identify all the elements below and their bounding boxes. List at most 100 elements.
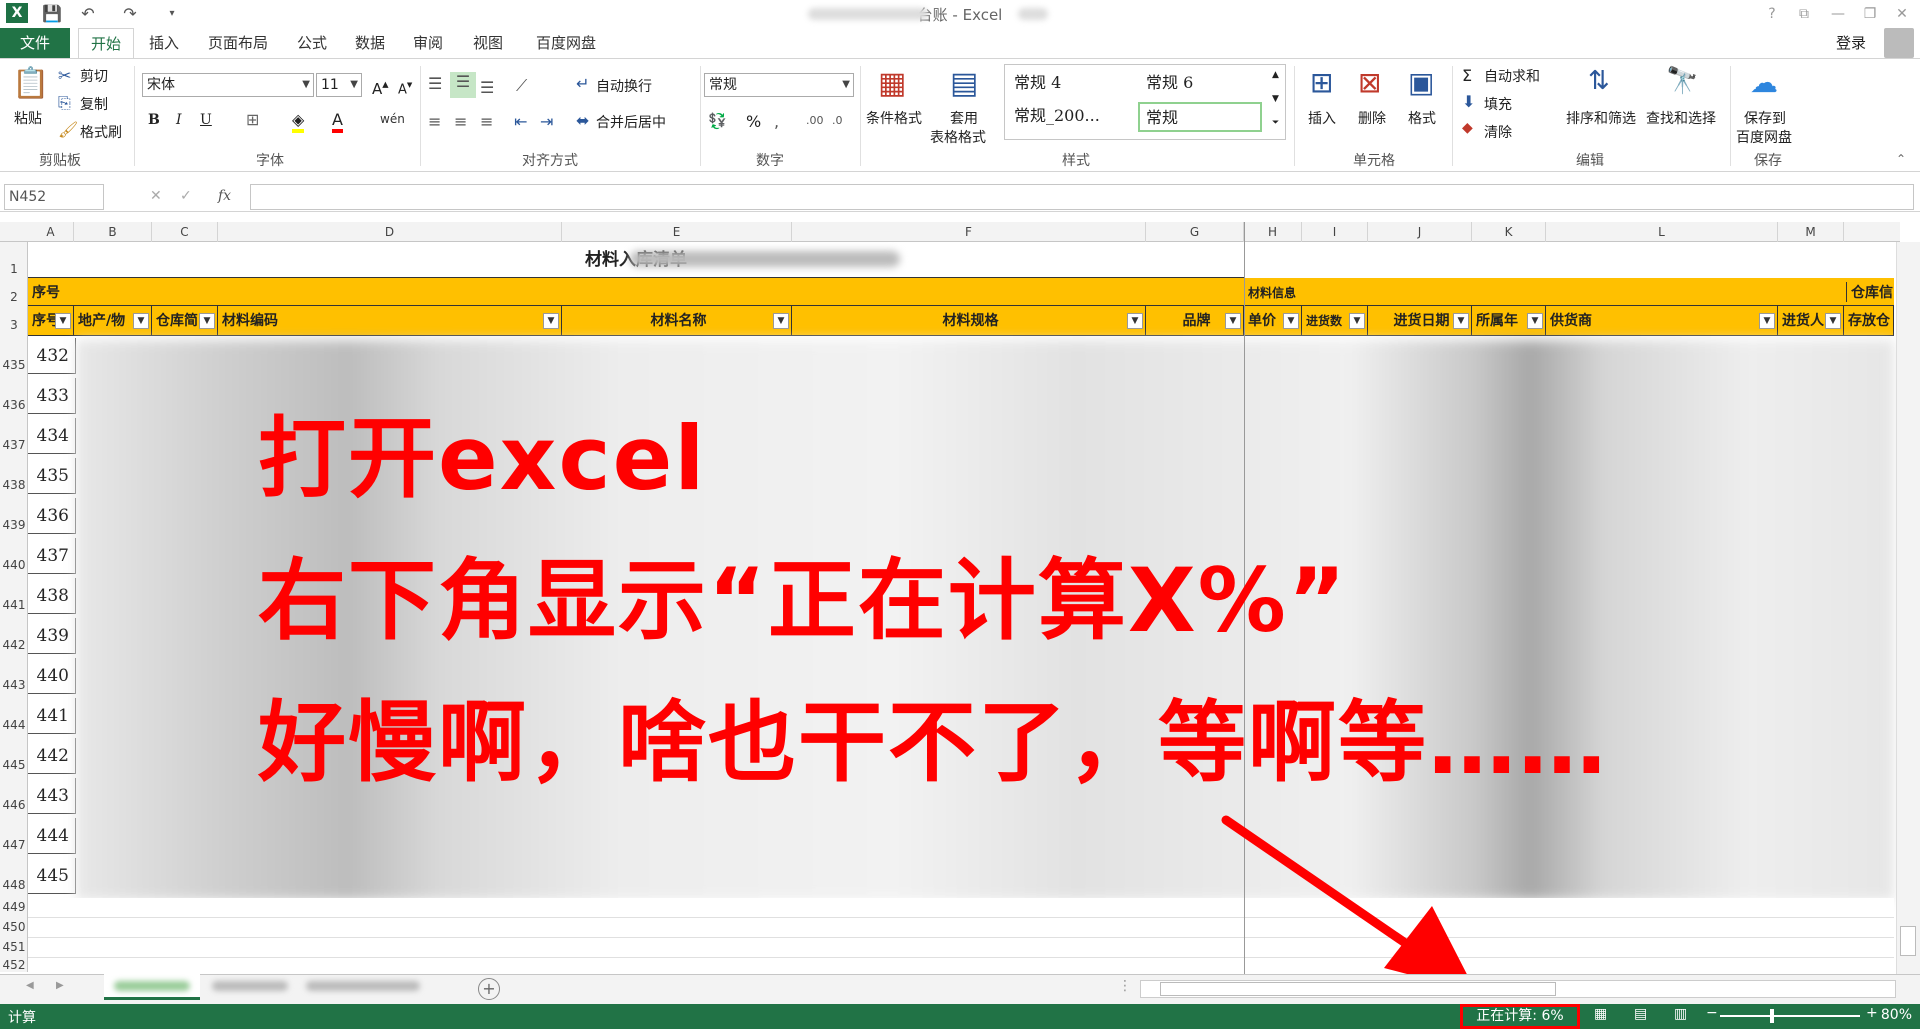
decrease-decimal-icon[interactable]: .0 <box>832 114 843 127</box>
wrap-text-icon[interactable]: ↵ <box>576 74 589 93</box>
row-header[interactable]: 435 <box>0 358 28 372</box>
tab-file[interactable]: 文件 <box>0 28 70 58</box>
tab-page-layout[interactable]: 页面布局 <box>200 28 276 58</box>
restore-icon[interactable]: ❐ <box>1854 2 1886 26</box>
seq-cell[interactable]: 433 <box>28 378 76 414</box>
zoom-slider-thumb[interactable] <box>1770 1009 1774 1023</box>
help-button[interactable]: ? <box>1756 2 1788 26</box>
wrap-text-button[interactable]: 自动换行 <box>596 76 652 96</box>
align-left-icon[interactable]: ≡ <box>428 112 441 131</box>
zoom-level[interactable]: 80% <box>1881 1007 1912 1023</box>
find-select-button[interactable]: 查找和选择 <box>1646 108 1716 128</box>
row-header[interactable]: 448 <box>0 878 28 892</box>
header-material-info[interactable]: 材料信息 <box>1248 284 1296 301</box>
header-cell[interactable]: 进货人 ▼ <box>1778 306 1844 336</box>
italic-button[interactable]: I <box>176 112 182 128</box>
style-normal-6[interactable]: 常规 6 <box>1140 69 1264 99</box>
merge-center-button[interactable]: 合并后居中 <box>596 112 666 132</box>
row-header[interactable]: 440 <box>0 558 28 572</box>
row-header[interactable]: 449 <box>0 900 28 914</box>
col-header-m[interactable]: M <box>1778 222 1844 242</box>
bold-button[interactable]: B <box>148 112 160 128</box>
seq-cell[interactable]: 444 <box>28 818 76 854</box>
format-as-table-icon[interactable]: ▤ <box>950 66 978 101</box>
col-header-d[interactable]: D <box>218 222 562 242</box>
row-header[interactable]: 442 <box>0 638 28 652</box>
vertical-scroll-thumb[interactable] <box>1900 926 1916 956</box>
col-header-f[interactable]: F <box>792 222 1146 242</box>
ribbon-display-icon[interactable]: ⧉ <box>1788 2 1820 26</box>
seq-cell[interactable]: 441 <box>28 698 76 734</box>
row-header[interactable]: 446 <box>0 798 28 812</box>
font-name-combo[interactable]: 宋体 ▼ <box>142 73 314 97</box>
row-header[interactable]: 2 <box>0 290 28 304</box>
filter-dropdown-icon[interactable]: ▼ <box>199 313 215 329</box>
gallery-scroll-down-icon[interactable]: ▼ <box>1272 94 1279 104</box>
filter-dropdown-icon[interactable]: ▼ <box>1283 313 1299 329</box>
filter-dropdown-icon[interactable]: ▼ <box>1825 313 1841 329</box>
paste-button[interactable]: 粘贴 <box>14 108 42 128</box>
paste-icon[interactable]: 📋 <box>12 66 49 101</box>
filter-dropdown-icon[interactable]: ▼ <box>1225 313 1241 329</box>
copy-button[interactable]: 复制 <box>80 94 108 114</box>
seq-cell[interactable]: 442 <box>28 738 76 774</box>
tab-home[interactable]: 开始 <box>78 28 134 58</box>
tab-view[interactable]: 视图 <box>466 28 510 58</box>
header-seq-merged[interactable]: 序号 <box>32 282 60 302</box>
row-header[interactable]: 451 <box>0 940 28 954</box>
seq-cell[interactable]: 438 <box>28 578 76 614</box>
col-header-b[interactable]: B <box>74 222 152 242</box>
align-top-icon[interactable]: ☰ <box>428 74 442 93</box>
format-cells-icon[interactable]: ▣ <box>1408 66 1434 99</box>
insert-cells-icon[interactable]: ⊞ <box>1310 66 1333 99</box>
customize-qat-icon[interactable]: ▾ <box>160 3 184 25</box>
row-header[interactable]: 444 <box>0 718 28 732</box>
align-center-icon[interactable]: ≡ <box>454 112 467 131</box>
percent-button[interactable]: % <box>746 112 761 131</box>
seq-cell[interactable]: 440 <box>28 658 76 694</box>
delete-cells-button[interactable]: 删除 <box>1358 108 1386 128</box>
header-cell[interactable]: 材料名称 ▼ <box>562 306 792 336</box>
align-bottom-icon[interactable]: ☰ <box>480 78 494 97</box>
filter-dropdown-icon[interactable]: ▼ <box>1127 313 1143 329</box>
align-middle-icon[interactable]: ☰ <box>450 72 476 98</box>
clear-button[interactable]: 清除 <box>1484 122 1512 142</box>
avatar[interactable] <box>1884 28 1914 58</box>
row-header[interactable]: 450 <box>0 920 28 934</box>
header-cell[interactable]: 进货日期 ▼ <box>1368 306 1472 336</box>
header-cell[interactable]: 进货数 ▼ <box>1302 306 1368 336</box>
zoom-out-icon[interactable]: − <box>1706 1005 1718 1021</box>
header-cell[interactable]: 供货商 ▼ <box>1546 306 1778 336</box>
format-as-table-label-1[interactable]: 套用 <box>950 108 978 128</box>
baidu-cloud-icon[interactable]: ☁ <box>1750 66 1778 99</box>
seq-cell[interactable]: 436 <box>28 498 76 534</box>
header-cell[interactable]: 材料规格 ▼ <box>792 306 1146 336</box>
style-normal-4[interactable]: 常规 4 <box>1008 69 1132 99</box>
filter-dropdown-icon[interactable]: ▼ <box>773 313 789 329</box>
sheet-tab[interactable] <box>296 974 430 1000</box>
row-header[interactable]: 441 <box>0 598 28 612</box>
tab-review[interactable]: 审阅 <box>406 28 450 58</box>
style-normal-200[interactable]: 常规_200... <box>1008 102 1132 132</box>
collapse-ribbon-icon[interactable]: ⌃ <box>1896 152 1906 166</box>
filter-dropdown-icon[interactable]: ▼ <box>1453 313 1469 329</box>
row-header[interactable]: 1 <box>0 262 28 276</box>
header-cell[interactable]: 序号 ▼ <box>28 306 74 336</box>
zoom-in-icon[interactable]: + <box>1866 1005 1878 1021</box>
row-header[interactable]: 436 <box>0 398 28 412</box>
col-header-i[interactable]: I <box>1302 222 1368 242</box>
filter-dropdown-icon[interactable]: ▼ <box>1527 313 1543 329</box>
header-cell[interactable]: 仓库简 ▼ <box>152 306 218 336</box>
orientation-icon[interactable]: ⟋ <box>516 76 527 96</box>
row-header[interactable]: 445 <box>0 758 28 772</box>
save-to-label-1[interactable]: 保存到 <box>1744 108 1786 128</box>
header-cell[interactable]: 材料编码 ▼ <box>218 306 562 336</box>
seq-cell[interactable]: 439 <box>28 618 76 654</box>
shrink-font-icon[interactable]: A▾ <box>398 78 412 97</box>
find-select-icon[interactable]: 🔭 <box>1666 66 1698 96</box>
conditional-format-icon[interactable]: ▦ <box>878 66 906 101</box>
login-link[interactable]: 登录 <box>1836 32 1866 53</box>
page-layout-view-icon[interactable]: ▤ <box>1634 1006 1647 1022</box>
sheet-tab-active[interactable] <box>104 974 200 1000</box>
close-icon[interactable]: ✕ <box>1886 2 1918 26</box>
